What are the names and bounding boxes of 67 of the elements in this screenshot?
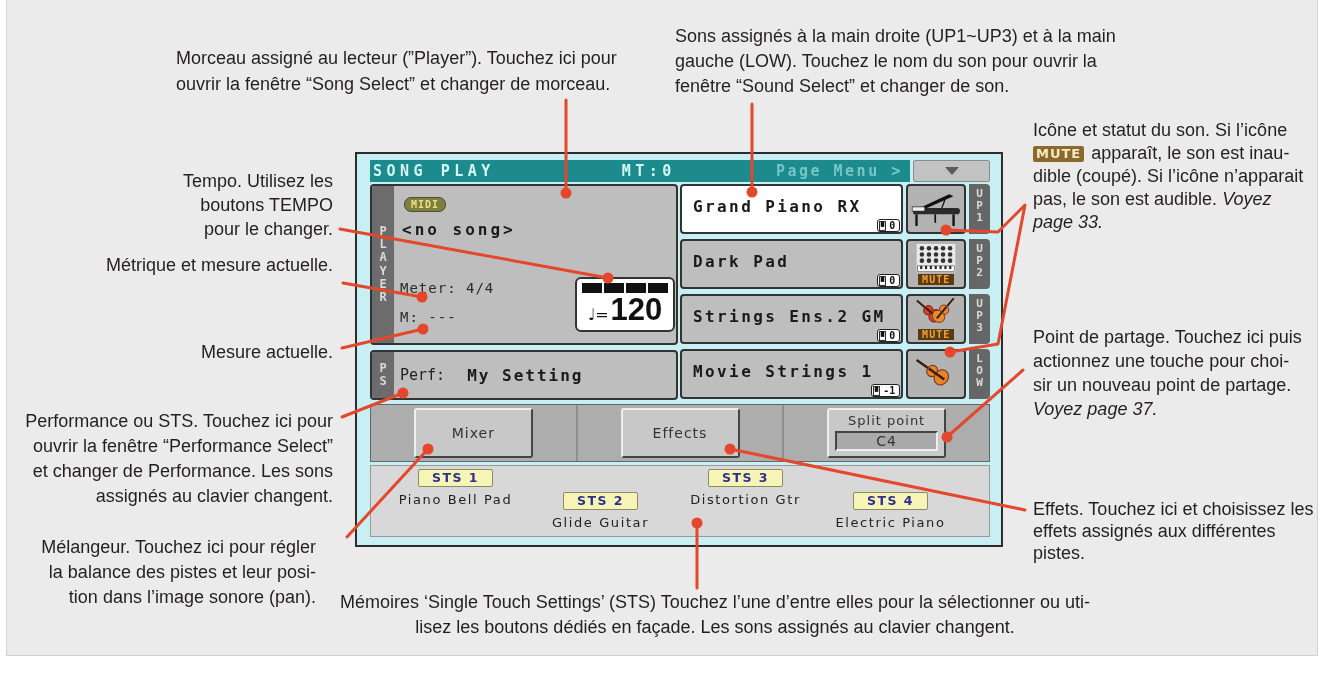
- meter-text: Meter: 4/4: [400, 280, 495, 297]
- sound-slot[interactable]: Grand Piano RX 0: [680, 184, 904, 234]
- mute-badge: MUTE: [1033, 146, 1085, 162]
- sts-name: Electric Piano: [835, 515, 946, 531]
- mute-label: MUTE: [918, 329, 955, 340]
- caret-icon: [944, 167, 959, 175]
- screen-title: SONG PLAY: [373, 161, 495, 181]
- mixer-button[interactable]: Mixer: [413, 408, 533, 458]
- callout-text: Mémoires ‘Single Touch Settings’ (STS) Touchez l’une d’entre elles pour la sélectionner ou uti- lisez les boutons dédiés en façade. Les sons assignés au clavier changent.: [339, 591, 1091, 639]
- sound-slot[interactable]: Dark Pad 0: [680, 239, 904, 289]
- sound-icon-button[interactable]: MUTE: [906, 239, 967, 289]
- callout-text: Sons assignés à la main droite (UP1~UP3) et à la main gauche (LOW). Touchez le nom du son pour ouvrir la fenêtre “Sound Select” et changer de son.: [675, 25, 1116, 98]
- performance-panel[interactable]: PS Perf: My Setting: [370, 350, 678, 400]
- sts-name: Glide Guitar: [551, 515, 650, 531]
- part-label: UP3: [969, 294, 990, 344]
- midi-badge: MIDI: [404, 197, 447, 212]
- sts-name: Piano Bell Pad: [398, 492, 513, 508]
- page-menu-hint: Page Menu >: [775, 161, 903, 181]
- sts-button[interactable]: STS 1: [417, 469, 494, 487]
- sound-icon-button[interactable]: [906, 184, 967, 234]
- octave-value: 0: [889, 275, 896, 286]
- mute-label: MUTE: [918, 274, 955, 285]
- callout-text: Point de partage. Touchez ici puis actionnez une touche pour choi- sir un nouveau point de partage. Voyez page 37.: [1033, 326, 1302, 421]
- leader-line: [340, 387, 409, 419]
- performance-label: Perf:: [400, 366, 446, 384]
- tempo-symbol: ♩=: [587, 305, 609, 325]
- piano-key-icon: [879, 275, 887, 286]
- callout-text: Effets. Touchez ici et choisissez les effets assignés aux différentes pistes.: [1033, 498, 1314, 564]
- sts-name: Distortion Gtr: [690, 492, 801, 508]
- callout-text: dible (coupé). Si l’icône n’apparait pas, le son est audible. Voyez page 33.: [1033, 165, 1304, 234]
- part-label: UP1: [969, 184, 990, 234]
- callout-text: Performance ou STS. Touchez ici pour ouvrir la fenêtre “Performance Select” et changer de Performance. Les sons assignés au clavier changent.: [25, 410, 333, 508]
- callout-text: Icône et statut du son. Si l’icône: [1033, 119, 1289, 142]
- callout-text: apparaît, le son est inau-: [1091, 143, 1290, 163]
- callout-text: Mélangeur. Touchez ici pour régler la balance des pistes et leur posi- tion dans l’image sonore (pan).: [41, 536, 316, 609]
- sound-icon-button[interactable]: MUTE: [906, 294, 967, 344]
- piano-key-icon: [879, 330, 887, 341]
- octave-value: 0: [889, 330, 896, 341]
- octave-value: -1: [883, 385, 896, 396]
- sts-button[interactable]: STS 2: [562, 492, 639, 510]
- split-point-value: C4: [835, 431, 939, 451]
- piano-key-icon: [879, 220, 887, 231]
- sound-slot[interactable]: Strings Ens.2 GM 0: [680, 294, 904, 344]
- split-point-button[interactable]: Split point C4: [827, 408, 947, 458]
- master-transpose: MT:0: [621, 161, 676, 181]
- section-label: PLAYER: [372, 186, 394, 343]
- callout-text: Mesure actuelle.: [200, 341, 333, 364]
- sound-slot[interactable]: Movie Strings 1 -1: [680, 349, 904, 399]
- sts-button[interactable]: STS 4: [852, 492, 929, 510]
- page-menu-button[interactable]: [913, 160, 990, 182]
- grand-piano-icon: [909, 191, 963, 227]
- sts-button[interactable]: STS 3: [707, 469, 784, 487]
- performance-name: My Setting: [467, 365, 584, 385]
- song-name: <no song>: [402, 220, 516, 240]
- sound-icon-button[interactable]: [906, 349, 967, 399]
- piano-key-icon: [873, 385, 881, 396]
- effects-button[interactable]: Effects: [620, 408, 740, 458]
- section-label: PS: [372, 352, 394, 398]
- measure-text: M: ---: [400, 309, 457, 326]
- part-label: LOW: [969, 349, 990, 399]
- callout-text: Tempo. Utilisez les boutons TEMPO pour le changer.: [182, 170, 333, 241]
- octave-value: 0: [889, 220, 896, 231]
- callout-text: Morceau assigné au lecteur (”Player”). Touchez ici pour ouvrir la fenêtre “Song Select” et changer de morceau.: [176, 47, 617, 96]
- callout-text: Métrique et mesure actuelle.: [105, 254, 333, 277]
- part-label: UP2: [969, 239, 990, 289]
- tempo-value: 120: [610, 293, 663, 327]
- player-panel[interactable]: PLAYER MIDI <no song> Meter: 4/4 M: --- ♩=120: [370, 184, 678, 345]
